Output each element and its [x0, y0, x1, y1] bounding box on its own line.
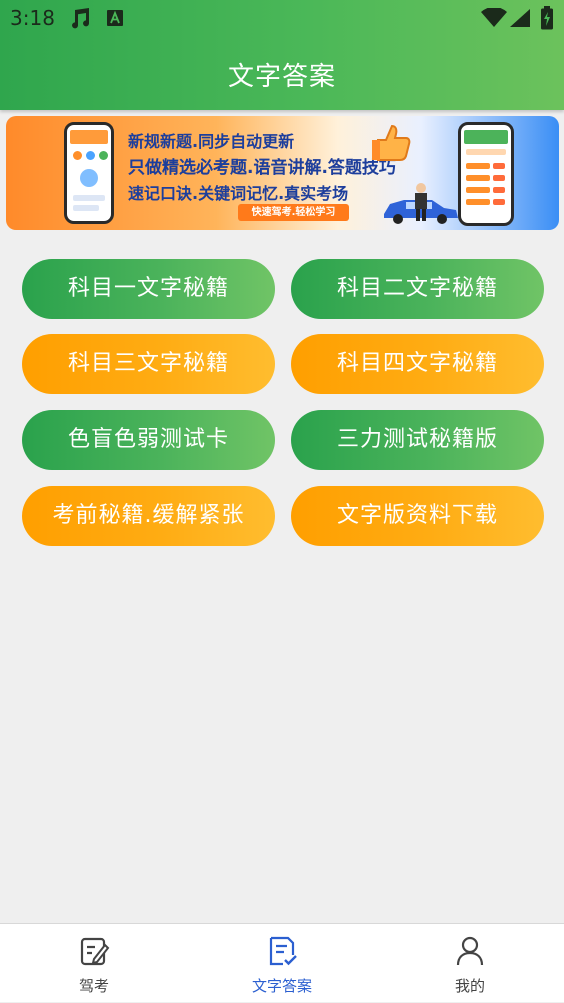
instructor-figure-icon — [415, 183, 427, 221]
subject4-text-guide-button[interactable]: 科目四文字秘籍 — [291, 334, 544, 394]
tab-label: 我的 — [454, 977, 485, 995]
phone-mockup-left — [64, 122, 114, 224]
page-title: 文字答案 — [227, 62, 336, 92]
banner-line-2: 只做精选必考题.语音讲解.答题技巧 — [128, 158, 396, 178]
exam-edit-icon — [80, 937, 110, 966]
subject3-text-guide-button[interactable]: 科目三文字秘籍 — [22, 334, 275, 394]
keyboard-icon — [107, 10, 123, 26]
app-header: 3:18 文字答案 — [0, 0, 564, 110]
music-note-icon — [72, 8, 90, 29]
tab-text-answers[interactable]: 文字答案 — [188, 924, 376, 1003]
tab-label: 文字答案 — [251, 977, 312, 995]
status-time: 3:18 — [10, 6, 55, 30]
phone-mockup-right — [458, 122, 514, 226]
thumbs-up-icon — [372, 124, 411, 161]
subject1-text-guide-button[interactable]: 科目一文字秘籍 — [22, 259, 275, 319]
document-check-icon — [269, 936, 297, 966]
tab-mine[interactable]: 我的 — [376, 924, 564, 1003]
tab-label: 驾考 — [78, 977, 109, 995]
color-blind-test-button[interactable]: 色盲色弱测试卡 — [22, 410, 275, 470]
tab-driving-exam[interactable]: 驾考 — [0, 924, 188, 1003]
banner-tag: 快速驾考.轻松学习 — [238, 204, 349, 221]
status-bar: 3:18 — [0, 0, 564, 38]
bottom-navigation: 驾考 文字答案 我的 — [0, 923, 564, 1002]
banner-line-1: 新规新题.同步自动更新 — [128, 132, 295, 151]
signal-icon — [510, 9, 530, 27]
wifi-icon — [481, 8, 507, 27]
banner-line-3: 速记口诀.关键词记忆.真实考场 — [128, 184, 349, 203]
pre-exam-tips-button[interactable]: 考前秘籍.缓解紧张 — [22, 486, 275, 546]
subject2-text-guide-button[interactable]: 科目二文字秘籍 — [291, 259, 544, 319]
text-materials-download-button[interactable]: 文字版资料下载 — [291, 486, 544, 546]
three-ability-test-button[interactable]: 三力测试秘籍版 — [291, 410, 544, 470]
person-icon — [456, 936, 484, 966]
battery-icon — [541, 6, 553, 30]
promo-banner[interactable]: 新规新题.同步自动更新 只做精选必考题.语音讲解.答题技巧 速记口诀.关键词记忆… — [6, 116, 559, 230]
